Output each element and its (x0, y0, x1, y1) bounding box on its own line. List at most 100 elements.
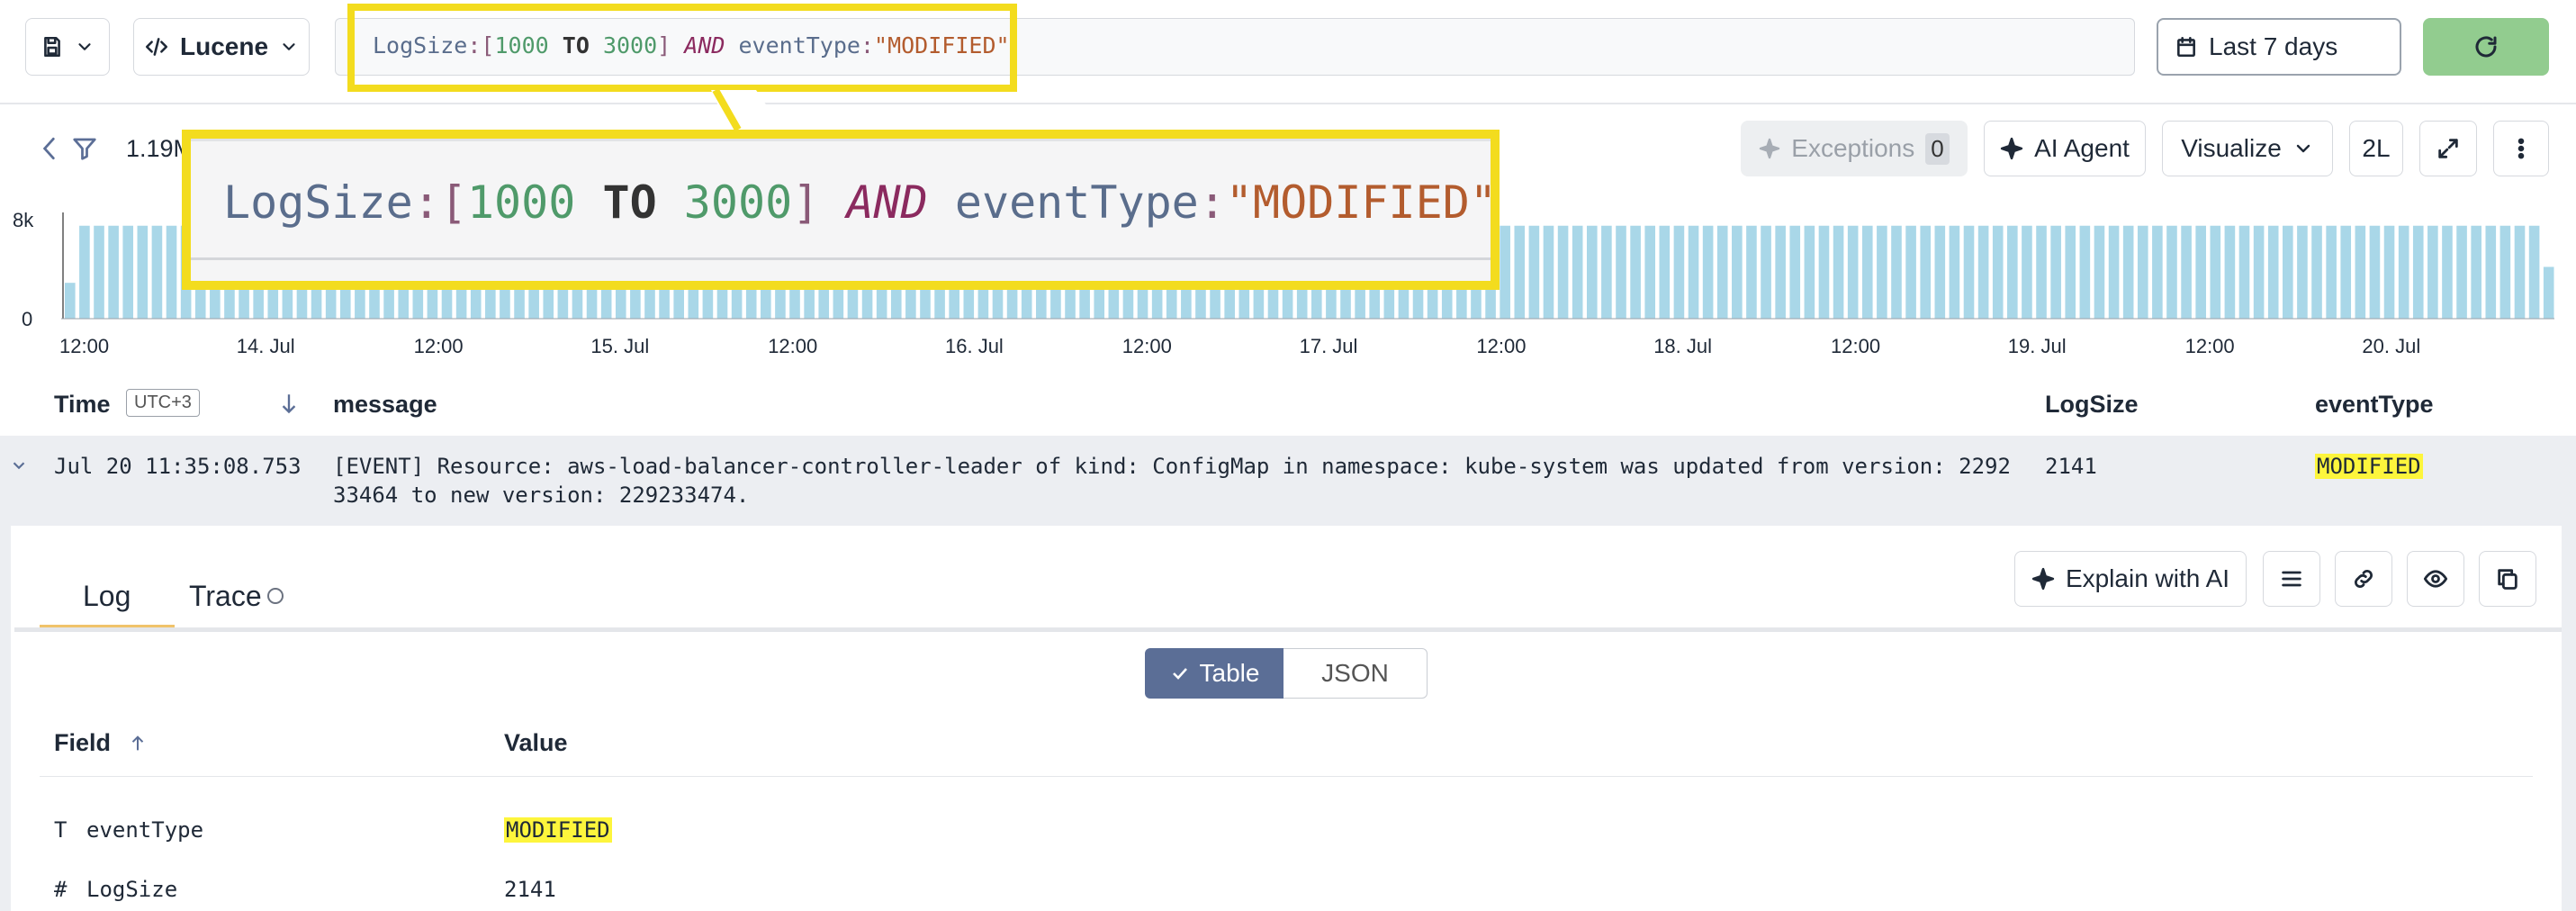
time-range-picker[interactable]: Last 7 days (2157, 18, 2401, 76)
histogram-bar[interactable] (2094, 225, 2105, 319)
histogram-bar[interactable] (1804, 225, 1815, 319)
histogram-bar[interactable] (2456, 225, 2467, 319)
histogram-bar[interactable] (1977, 225, 1989, 319)
histogram-bar[interactable] (2297, 225, 2308, 319)
histogram-bar[interactable] (2543, 266, 2554, 319)
histogram-bar[interactable] (2499, 225, 2511, 319)
histogram-bar[interactable] (1601, 225, 1612, 319)
histogram-bar[interactable] (2210, 225, 2221, 319)
histogram-bar[interactable] (1905, 225, 1916, 319)
histogram-bar[interactable] (151, 225, 163, 319)
histogram-bar[interactable] (1673, 225, 1685, 319)
histogram-bar[interactable] (1861, 225, 1873, 319)
histogram-bar[interactable] (1716, 225, 1728, 319)
histogram-bar[interactable] (1789, 225, 1801, 319)
histogram-bar[interactable] (1934, 225, 1946, 319)
histogram-bar[interactable] (2383, 225, 2395, 319)
exceptions-button[interactable]: Exceptions 0 (1741, 121, 1968, 176)
histogram-bar[interactable] (2471, 225, 2481, 319)
tab-trace[interactable]: Trace (189, 580, 262, 613)
histogram-bar[interactable] (1616, 225, 1626, 319)
log-row[interactable]: Jul 20 11:35:08.753 [EVENT] Resource: aw… (0, 436, 2576, 526)
histogram-bar[interactable] (2427, 225, 2438, 319)
histogram-bar[interactable] (1847, 225, 1859, 319)
histogram-bar[interactable] (1920, 225, 1931, 319)
histogram-bar[interactable] (2238, 225, 2250, 319)
histogram-bar[interactable] (1963, 225, 1975, 319)
copy-link-button[interactable] (2335, 551, 2392, 607)
message-column-header[interactable]: message (333, 391, 437, 419)
field-name[interactable]: eventType (86, 817, 203, 843)
collapse-chevron-left-icon[interactable] (38, 135, 61, 162)
histogram-bar[interactable] (122, 225, 134, 319)
histogram-bar[interactable] (2079, 225, 2091, 319)
ai-agent-button[interactable]: AI Agent (1984, 121, 2146, 176)
histogram-bar[interactable] (1572, 225, 1583, 319)
histogram-bar[interactable] (2326, 225, 2337, 319)
histogram-bar[interactable] (1877, 225, 1887, 319)
sort-arrow-up-icon[interactable] (128, 733, 148, 754)
histogram-bar[interactable] (79, 225, 90, 319)
histogram-bar[interactable] (2108, 225, 2120, 319)
histogram-bar[interactable] (2267, 225, 2279, 319)
histogram-bar[interactable] (2065, 225, 2076, 319)
field-column-header[interactable]: Field (54, 729, 111, 757)
view-button[interactable] (2407, 551, 2464, 607)
filter-icon[interactable] (70, 135, 99, 162)
histogram-bar[interactable] (1644, 225, 1656, 319)
tab-log[interactable]: Log (83, 580, 131, 613)
histogram-bar[interactable] (2514, 225, 2526, 319)
histogram-bar[interactable] (137, 225, 149, 319)
eventtype-column-header[interactable]: eventType (2315, 391, 2434, 419)
more-menu-button[interactable] (2493, 121, 2549, 176)
histogram-bar[interactable] (2022, 225, 2032, 319)
histogram-bar[interactable] (2224, 225, 2236, 319)
visualize-button[interactable]: Visualize (2162, 121, 2333, 176)
wrap-lines-button[interactable] (2263, 551, 2320, 607)
save-query-button[interactable] (25, 18, 110, 76)
histogram-bar[interactable] (2122, 225, 2134, 319)
table-view-toggle[interactable]: Table (1145, 648, 1283, 699)
copy-button[interactable] (2479, 551, 2536, 607)
histogram-bar[interactable] (2166, 225, 2177, 319)
histogram-bar[interactable] (1500, 225, 1510, 319)
histogram-bar[interactable] (2137, 225, 2148, 319)
histogram-bar[interactable] (2181, 225, 2192, 319)
histogram-bar[interactable] (1732, 225, 1743, 319)
histogram-bar[interactable] (1992, 225, 2004, 319)
histogram-bar[interactable] (2442, 225, 2453, 319)
histogram-bar[interactable] (2007, 225, 2018, 319)
histogram-bar[interactable] (1761, 225, 1771, 319)
histogram-bar[interactable] (166, 225, 177, 319)
histogram-bar[interactable] (1528, 225, 1540, 319)
histogram-bar[interactable] (65, 283, 76, 319)
histogram-bar[interactable] (1514, 225, 1526, 319)
histogram-bar[interactable] (2369, 225, 2381, 319)
histogram-bar[interactable] (1586, 225, 1598, 319)
histogram-bar[interactable] (2355, 225, 2366, 319)
sort-arrow-down-icon[interactable] (277, 391, 301, 418)
histogram-bar[interactable] (2152, 225, 2163, 319)
histogram-bar[interactable] (1833, 225, 1844, 319)
histogram-bar[interactable] (2412, 225, 2424, 319)
field-name[interactable]: LogSize (86, 877, 177, 902)
histogram-bar[interactable] (1702, 225, 1714, 319)
expand-button[interactable] (2419, 121, 2477, 176)
histogram-bar[interactable] (2485, 225, 2497, 319)
refresh-button[interactable] (2423, 18, 2549, 76)
query-language-select[interactable]: Lucene (133, 18, 310, 76)
histogram-bar[interactable] (1746, 225, 1757, 319)
histogram-bar[interactable] (2050, 225, 2061, 319)
histogram-bar[interactable] (2036, 225, 2047, 319)
histogram-bar[interactable] (2398, 225, 2409, 319)
histogram-bar[interactable] (1659, 225, 1671, 319)
logsize-column-header[interactable]: LogSize (2045, 391, 2139, 419)
histogram-bar[interactable] (2311, 225, 2322, 319)
histogram-bar[interactable] (94, 225, 104, 319)
time-column-header[interactable]: Time (54, 391, 111, 419)
histogram-bar[interactable] (2195, 225, 2206, 319)
histogram-bar[interactable] (2340, 225, 2352, 319)
histogram-bar[interactable] (1775, 225, 1786, 319)
histogram-bar[interactable] (1688, 225, 1699, 319)
row-chevron-down-icon[interactable] (9, 456, 29, 475)
